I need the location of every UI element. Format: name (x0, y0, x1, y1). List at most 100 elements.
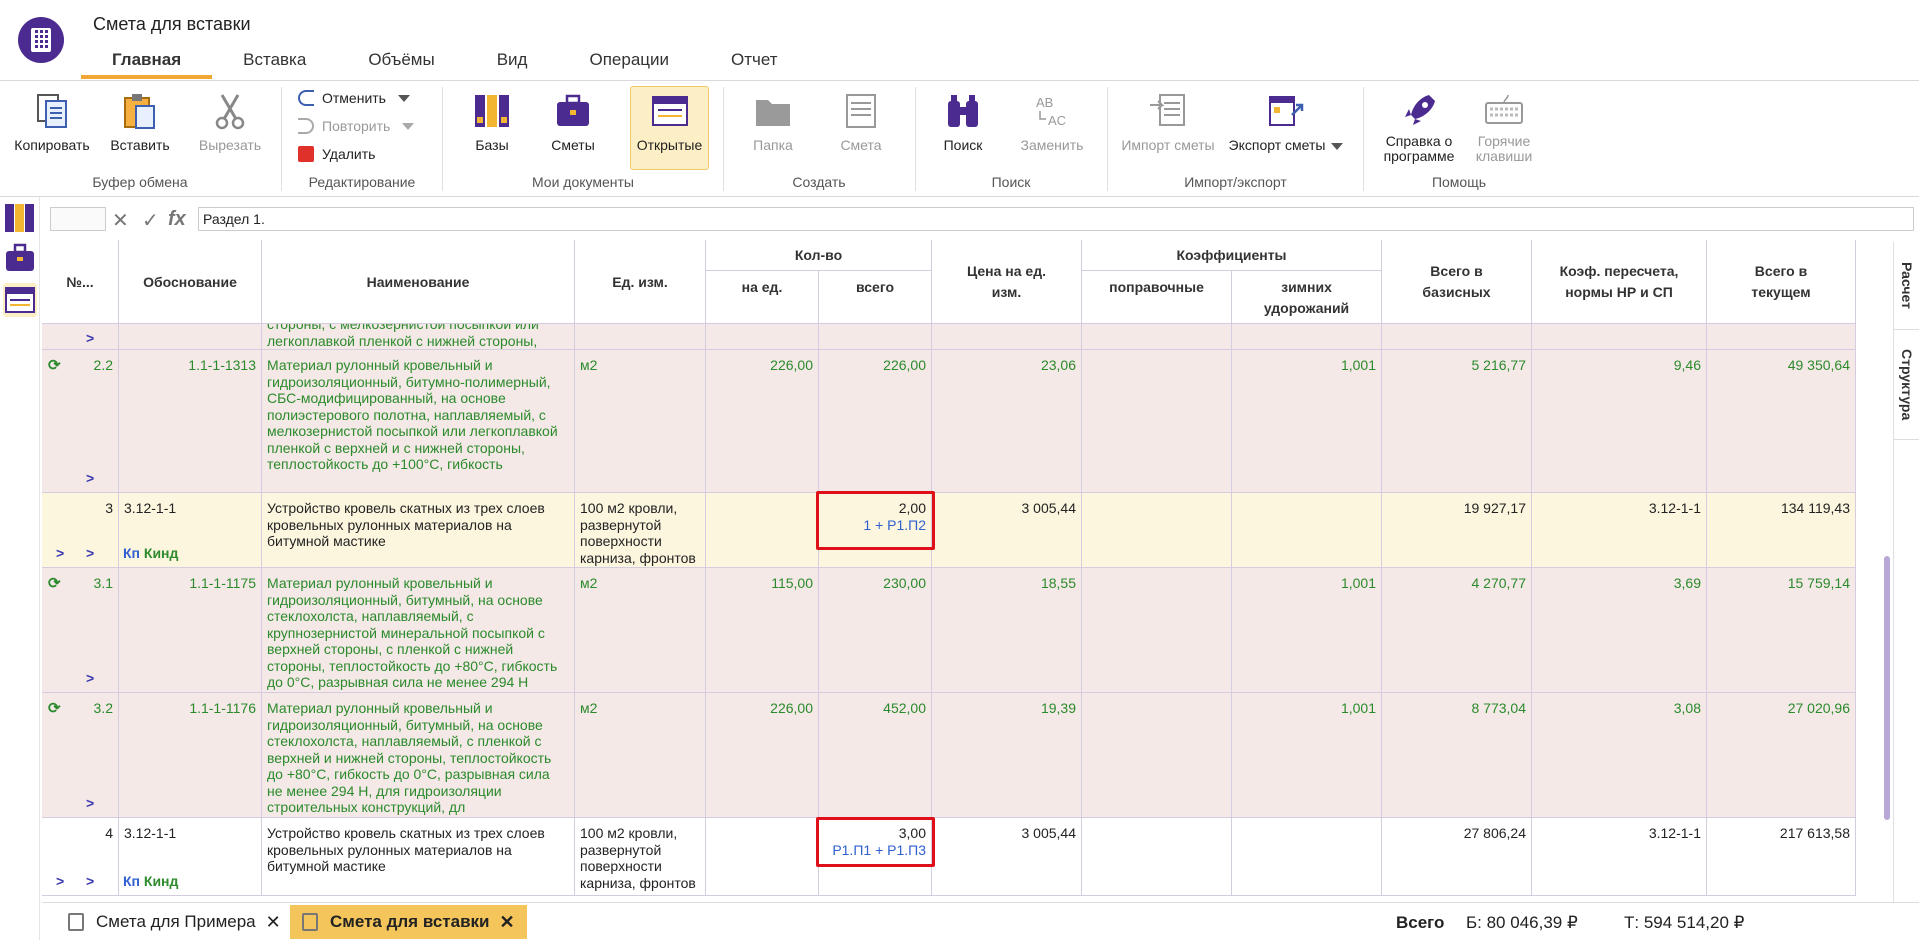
redo-button[interactable]: Повторить (298, 114, 415, 138)
fx-icon[interactable]: fx (168, 208, 186, 231)
replace-button[interactable]: AB AC Заменить (1016, 87, 1088, 159)
expand-chevron-icon[interactable]: > (86, 545, 94, 562)
redo-dropdown-icon[interactable] (402, 122, 415, 130)
cell-unit: м2 (575, 350, 706, 492)
cell-reference-input[interactable] (50, 207, 106, 231)
col-header-basis[interactable]: Обоснование (119, 240, 262, 324)
col-header-qty[interactable]: Кол-во (706, 240, 932, 270)
doc-tab-active[interactable]: Смета для вставки ✕ (290, 905, 527, 939)
col-header-coef-corr[interactable]: поправочные (1082, 270, 1232, 324)
cut-button[interactable]: Вырезать (192, 87, 268, 159)
cell-num: > (42, 324, 119, 349)
delete-label: Удалить (322, 146, 376, 162)
tab-volumes[interactable]: Объёмы (337, 49, 465, 79)
coef-badges[interactable]: Кп Кинд (123, 545, 178, 562)
export-estimate-button[interactable]: Экспорт сметы (1226, 87, 1346, 159)
expand-chevron-icon[interactable]: > (86, 795, 94, 812)
tab-report[interactable]: Отчет (700, 49, 809, 79)
paste-button[interactable]: Вставить (103, 87, 177, 159)
expand-chevron-icon[interactable]: > (56, 873, 64, 890)
coef-badges[interactable]: Кп Кинд (123, 873, 178, 890)
col-header-qty-total[interactable]: всего (819, 270, 932, 324)
col-header-num[interactable]: №... (42, 240, 119, 324)
close-icon[interactable]: ✕ (266, 912, 281, 933)
bases-button[interactable]: Базы (457, 87, 527, 159)
expand-chevron-icon[interactable]: > (86, 470, 94, 487)
col-header-price[interactable]: Цена на ед. изм. (932, 240, 1082, 324)
cell-qty-per[interactable]: 226,00 (706, 693, 819, 817)
formula-input[interactable]: Раздел 1. (198, 207, 1914, 231)
side-tab-structure[interactable]: Структура (1894, 330, 1919, 440)
cell-qty-per[interactable]: 115,00 (706, 568, 819, 692)
table-row[interactable]: 3 > > 3.12-1-1 Кп Кинд Устройство кровель с… (42, 493, 1856, 568)
cell-recalc: 3.12-1-1 (1532, 818, 1707, 895)
recalc-material-icon: ⟳ (48, 700, 61, 717)
hotkeys-button[interactable]: Горячие клавиши (1466, 87, 1542, 164)
search-button[interactable]: Поиск (928, 87, 998, 159)
new-estimate-button[interactable]: Смета (826, 87, 896, 159)
col-header-total-cur[interactable]: Всего в текущем (1707, 240, 1856, 324)
table-row[interactable]: ⟳ 2.2 > 1.1-1-1313 Материал рулонный крове… (42, 350, 1856, 493)
new-folder-button[interactable]: Папка (738, 87, 808, 159)
export-dropdown-icon[interactable] (1331, 143, 1344, 150)
open-docs-button[interactable]: Открытые (630, 86, 709, 170)
doc-tab-example[interactable]: Смета для Примера ✕ (56, 905, 293, 939)
app-header: Смета для вставки Главная Вставка Объёмы… (0, 0, 1919, 80)
search-label: Поиск (943, 137, 983, 153)
close-icon[interactable]: ✕ (500, 912, 515, 933)
col-header-unit[interactable]: Ед. изм. (575, 240, 706, 324)
expand-chevron-icon[interactable]: > (86, 873, 94, 890)
tab-view[interactable]: Вид (466, 49, 559, 79)
col-header-name[interactable]: Наименование (262, 240, 575, 324)
expand-chevron-icon[interactable]: > (56, 545, 64, 562)
col-header-qty-per[interactable]: на ед. (706, 270, 819, 324)
table-row[interactable]: ⟳ 3.1 > 1.1-1-1175 Материал рулонный крове… (42, 568, 1856, 693)
cell-basis: 1.1-1-1313 (119, 350, 262, 492)
col-header-recalc[interactable]: Коэф. пересчета, нормы НР и СП (1532, 240, 1707, 324)
tab-operations[interactable]: Операции (558, 49, 700, 79)
svg-text:AB: AB (1036, 95, 1053, 110)
cell-qty-per[interactable] (706, 818, 819, 895)
about-button[interactable]: Справка о программе (1374, 87, 1464, 164)
undo-button[interactable]: Отменить (298, 86, 410, 110)
col-header-coefs[interactable]: Коэффициенты (1082, 240, 1382, 270)
cell-price: 23,06 (932, 350, 1082, 492)
table-header: №... Обоснование Наименование Ед. изм. К… (42, 240, 1856, 324)
vertical-scrollbar[interactable] (1884, 556, 1890, 820)
group-create: Папка Смета Создать (724, 81, 914, 197)
cell-total-cur: 15 759,14 (1707, 568, 1856, 692)
table-row[interactable]: 4 > > 3.12-1-1 Кп Кинд Устройство кровель с… (42, 818, 1856, 896)
table-row[interactable]: > стороны, с мелкозернистой посыпкой или… (42, 324, 1856, 350)
cell-qty-per[interactable]: 226,00 (706, 350, 819, 492)
rail-estimates-button[interactable] (3, 241, 37, 275)
cell-qty-total[interactable]: 452,00 (819, 693, 932, 817)
rocket-icon (1405, 95, 1435, 125)
col-header-coef-winter[interactable]: зимних удорожаний (1232, 270, 1382, 324)
cell-qty-total[interactable]: 230,00 (819, 568, 932, 692)
delete-button[interactable]: Удалить (298, 142, 375, 166)
rail-open-docs-button[interactable] (3, 283, 37, 317)
copy-button[interactable]: Копировать (10, 87, 94, 159)
totals-label: Всего (1396, 913, 1445, 932)
expand-chevron-icon[interactable]: > (86, 670, 94, 687)
rail-bases-button[interactable] (3, 201, 37, 235)
expand-chevron-icon[interactable]: > (86, 330, 94, 347)
tab-home[interactable]: Главная (81, 49, 213, 79)
cell-qty-total[interactable]: 226,00 (819, 350, 932, 492)
undo-dropdown-icon[interactable] (397, 94, 410, 102)
estimates-button[interactable]: Сметы (538, 87, 608, 159)
confirm-formula-icon[interactable]: ✓ (142, 208, 159, 233)
cell-qty-total (819, 324, 932, 349)
table-row[interactable]: ⟳ 3.2 > 1.1-1-1176 Материал рулонный крове… (42, 693, 1856, 818)
cancel-formula-icon[interactable]: ✕ (112, 208, 129, 233)
cell-qty-per[interactable] (706, 493, 819, 567)
import-estimate-button[interactable]: Импорт сметы (1118, 87, 1218, 159)
app-logo-icon[interactable] (18, 17, 64, 63)
side-tab-calc[interactable]: Расчет (1894, 242, 1919, 330)
col-header-total-base[interactable]: Всего в базисных (1382, 240, 1532, 324)
cell-unit: м2 (575, 568, 706, 692)
export-icon (1269, 96, 1304, 126)
tab-insert[interactable]: Вставка (212, 49, 337, 79)
group-editing: Отменить Повторить Удалить Редактировани… (282, 81, 442, 197)
group-label-help: Помощь (1431, 174, 1487, 190)
